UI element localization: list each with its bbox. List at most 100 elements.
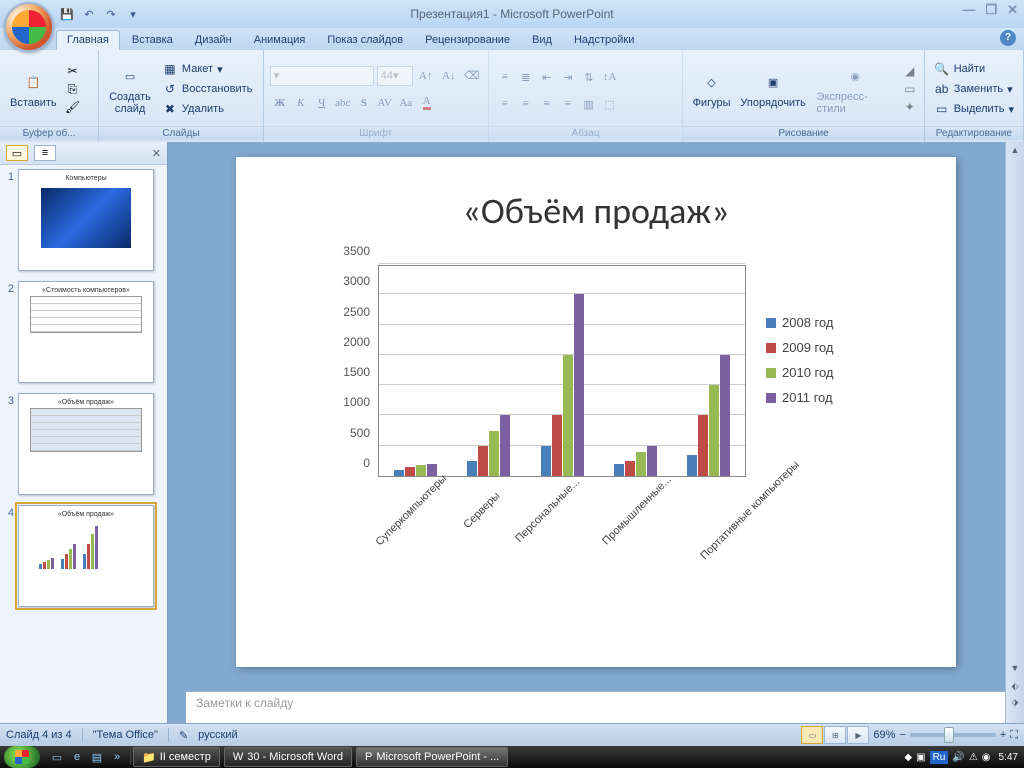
undo-icon[interactable]: ↶	[80, 5, 98, 23]
notes-pane[interactable]: Заметки к слайду	[186, 691, 1006, 724]
office-button[interactable]	[4, 2, 54, 52]
sorter-view-button[interactable]: ⊞	[824, 726, 846, 744]
indent-dec-button[interactable]: ⇤	[537, 67, 557, 87]
new-slide-button[interactable]: ▭ Создать слайд	[105, 61, 155, 117]
smartart-button[interactable]: ⬚	[600, 94, 620, 114]
normal-view-button[interactable]: ▭	[801, 726, 823, 744]
minimize-button[interactable]: —	[962, 2, 975, 18]
scroll-down-icon[interactable]: ▼	[1006, 660, 1024, 676]
tray-icon[interactable]: ⚠	[969, 752, 978, 763]
language-status[interactable]: русский	[198, 729, 237, 741]
change-case-button[interactable]: Aa	[396, 93, 416, 113]
font-size-combo[interactable]: 44▾	[377, 66, 413, 86]
close-button[interactable]: ✕	[1007, 2, 1018, 18]
tray-icon[interactable]: ◉	[982, 752, 991, 763]
align-left-button[interactable]: ≡	[495, 94, 515, 114]
grow-font-icon[interactable]: A↑	[416, 66, 436, 86]
tab-view[interactable]: Вид	[522, 31, 562, 50]
outline-tab-icon[interactable]: ≡	[34, 145, 56, 161]
font-color-button[interactable]: A	[417, 93, 437, 113]
taskbar-task[interactable]: 📁II семестр	[133, 747, 220, 767]
fit-window-button[interactable]: ⛶	[1010, 729, 1018, 742]
italic-button[interactable]: К	[291, 93, 311, 113]
next-slide-icon[interactable]: ⬗	[1006, 694, 1024, 710]
reset-button[interactable]: ↺Восстановить	[159, 80, 255, 98]
align-right-button[interactable]: ≡	[537, 94, 557, 114]
bold-button[interactable]: Ж	[270, 93, 290, 113]
language-indicator[interactable]: Ru	[930, 751, 949, 764]
start-button[interactable]	[4, 746, 40, 768]
quick-styles-button[interactable]: ◉Экспресс-стили	[813, 61, 898, 117]
slide-thumb-1[interactable]: Компьютеры	[18, 169, 154, 271]
clear-format-icon[interactable]: ⌫	[462, 66, 482, 86]
cut-icon[interactable]: ✂	[65, 63, 81, 79]
save-icon[interactable]: 💾	[58, 5, 76, 23]
qat-dropdown-icon[interactable]: ▾	[124, 5, 142, 23]
line-spacing-button[interactable]: ⇅	[579, 67, 599, 87]
maximize-button[interactable]: ❐	[985, 2, 997, 18]
slide-canvas[interactable]: «Объём продаж» 0500100015002000250030003…	[236, 157, 956, 667]
panel-close-icon[interactable]: ✕	[152, 147, 161, 160]
numbering-button[interactable]: ≣	[516, 67, 536, 87]
align-center-button[interactable]: ≡	[516, 94, 536, 114]
taskbar-task[interactable]: PMicrosoft PowerPoint - ...	[356, 747, 508, 767]
taskbar-task[interactable]: W30 - Microsoft Word	[224, 747, 352, 767]
columns-button[interactable]: ▥	[579, 94, 599, 114]
zoom-in-button[interactable]: +	[1000, 729, 1006, 741]
tab-home[interactable]: Главная	[56, 30, 120, 50]
find-button[interactable]: 🔍Найти	[931, 60, 1017, 78]
zoom-level[interactable]: 69%	[873, 729, 895, 741]
explorer-icon[interactable]: ▤	[88, 749, 106, 765]
text-direction-button[interactable]: ↕A	[600, 67, 620, 87]
slides-tab-icon[interactable]: ▭	[6, 145, 28, 161]
font-name-combo[interactable]: ▾	[270, 66, 374, 86]
indent-inc-button[interactable]: ⇥	[558, 67, 578, 87]
tab-insert[interactable]: Вставка	[122, 31, 183, 50]
replace-button[interactable]: abЗаменить ▾	[931, 80, 1017, 98]
bullets-button[interactable]: ≡	[495, 67, 515, 87]
ql-more-icon[interactable]: »	[108, 749, 126, 765]
shadow-button[interactable]: S	[354, 93, 374, 113]
slideshow-view-button[interactable]: ▶	[847, 726, 869, 744]
zoom-out-button[interactable]: −	[899, 729, 905, 741]
copy-icon[interactable]: ⎘	[65, 81, 81, 97]
align-justify-button[interactable]: ≡	[558, 94, 578, 114]
slide-thumb-4[interactable]: «Объём продаж»	[18, 505, 154, 607]
show-desktop-icon[interactable]: ▭	[48, 749, 66, 765]
tab-animation[interactable]: Анимация	[244, 31, 316, 50]
tray-icon[interactable]: ◆	[904, 752, 912, 763]
layout-button[interactable]: ▦Макет ▾	[159, 60, 255, 78]
tray-icon[interactable]: 🔊	[952, 752, 964, 763]
tab-slideshow[interactable]: Показ слайдов	[317, 31, 413, 50]
char-spacing-button[interactable]: AV	[375, 93, 395, 113]
spellcheck-icon[interactable]: ✎	[179, 729, 188, 742]
underline-button[interactable]: Ч	[312, 93, 332, 113]
slide-thumb-3[interactable]: «Объём продаж»	[18, 393, 154, 495]
shrink-font-icon[interactable]: A↓	[439, 66, 459, 86]
prev-slide-icon[interactable]: ⬖	[1006, 678, 1024, 694]
scroll-up-icon[interactable]: ▲	[1006, 142, 1024, 158]
arrange-button[interactable]: ▣Упорядочить	[738, 67, 809, 111]
tray-icon[interactable]: ▣	[916, 752, 925, 763]
bar-group	[525, 266, 598, 476]
tab-addins[interactable]: Надстройки	[564, 31, 644, 50]
delete-button[interactable]: ✖Удалить	[159, 100, 255, 118]
clock[interactable]: 5:47	[999, 752, 1018, 763]
tab-review[interactable]: Рецензирование	[415, 31, 520, 50]
ie-icon[interactable]: e	[68, 749, 86, 765]
format-painter-icon[interactable]: 🖌	[65, 99, 81, 115]
help-button[interactable]: ?	[1000, 30, 1016, 46]
slide-thumb-2[interactable]: «Стоимость компьютеров»	[18, 281, 154, 383]
zoom-slider[interactable]	[910, 733, 996, 737]
shape-outline-icon[interactable]: ▭	[902, 81, 918, 97]
shape-fill-icon[interactable]: ◢	[902, 63, 918, 79]
select-button[interactable]: ▭Выделить ▾	[931, 100, 1017, 118]
shapes-button[interactable]: ◇Фигуры	[689, 67, 733, 111]
strike-button[interactable]: abc	[333, 93, 353, 113]
tab-design[interactable]: Дизайн	[185, 31, 242, 50]
bar	[636, 452, 646, 476]
redo-icon[interactable]: ↷	[102, 5, 120, 23]
paste-button[interactable]: 📋 Вставить	[6, 67, 61, 111]
vertical-scrollbar[interactable]: ▲ ▼ ⬖ ⬗	[1005, 142, 1024, 724]
shape-effects-icon[interactable]: ✦	[902, 99, 918, 115]
